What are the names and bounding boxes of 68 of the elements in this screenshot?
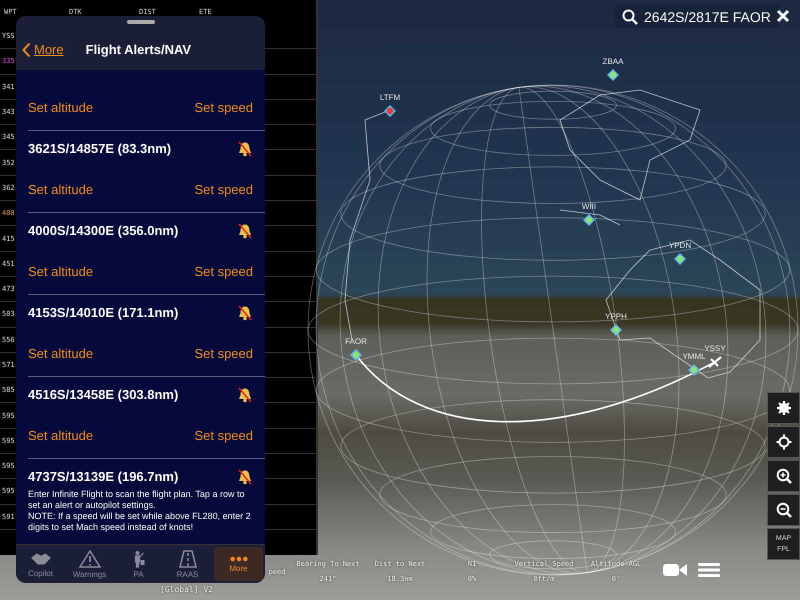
more-icon — [230, 556, 248, 562]
search-icon — [622, 8, 638, 24]
settings-icon — [776, 400, 792, 416]
muted-bell-icon[interactable] — [237, 468, 253, 485]
alert-row[interactable]: Set altitude Set speed — [28, 70, 265, 131]
muted-bell-icon[interactable] — [237, 222, 253, 239]
muted-bell-icon[interactable] — [237, 140, 253, 157]
alert-row[interactable]: 3621S/14857E (83.3nm) Set altitude Set speed — [28, 130, 265, 213]
help-text: NOTE: If a speed will be set while above FL280, enter 2 digits to set Mach speed instead of knots! — [28, 511, 252, 534]
airport-marker[interactable] — [350, 349, 362, 361]
tab[interactable]: Copilot — [16, 545, 65, 583]
waypoint-label: YSSY — [704, 344, 726, 353]
waypoint-title: 4153S/14010E (171.1nm) — [28, 305, 178, 320]
zoom-in-icon — [776, 468, 792, 484]
set-speed-button[interactable]: Set speed — [194, 346, 253, 361]
tab[interactable]: RAAS — [163, 545, 212, 583]
crosshair-icon — [776, 434, 792, 450]
camera-icon — [662, 562, 688, 578]
alert-row[interactable]: 4516S/13458E (303.8nm) Set altitude Set speed — [28, 376, 265, 459]
runway-icon — [178, 550, 196, 568]
airport-marker[interactable] — [688, 364, 700, 376]
set-speed-button[interactable]: Set speed — [194, 264, 253, 279]
alert-row[interactable]: 4000S/14300E (356.0nm) Set altitude Set speed — [28, 212, 265, 295]
airport-marker[interactable] — [610, 324, 622, 336]
menu-icon — [698, 562, 720, 578]
version-label: [Global] V2 — [160, 585, 213, 594]
tab[interactable]: Warnings — [65, 545, 114, 583]
airport-marker[interactable] — [384, 105, 396, 117]
crosshair-button[interactable] — [767, 426, 800, 458]
settings-button[interactable] — [767, 392, 800, 424]
back-link[interactable]: More — [22, 42, 64, 58]
search-field[interactable]: 2642S/2817E FAOR — [614, 5, 779, 28]
zoom-out-button[interactable] — [767, 494, 800, 526]
zoom-in-button[interactable] — [767, 460, 800, 492]
airport-marker[interactable] — [674, 253, 686, 265]
airport-marker[interactable] — [607, 69, 619, 81]
waypoint-label: YPDN — [668, 241, 692, 250]
waypoint-label: FAOR — [345, 337, 367, 346]
set-altitude-button[interactable]: Set altitude — [28, 100, 94, 115]
warning-icon — [78, 550, 100, 568]
set-speed-button[interactable]: Set speed — [194, 100, 253, 115]
muted-bell-icon[interactable] — [237, 386, 253, 403]
alert-row[interactable]: 4737S/13139E (196.7nm) — [28, 458, 265, 488]
set-altitude-button[interactable]: Set altitude — [28, 182, 94, 197]
set-speed-button[interactable]: Set speed — [194, 428, 253, 443]
zoom-out-icon — [776, 502, 792, 518]
tab[interactable]: PA — [114, 545, 163, 583]
muted-bell-icon[interactable] — [237, 304, 253, 321]
tab[interactable]: More — [214, 547, 263, 581]
set-altitude-button[interactable]: Set altitude — [28, 264, 94, 279]
waypoint-label: YMML — [682, 352, 706, 361]
waypoint-label: WIII — [582, 202, 596, 211]
grab-handle[interactable] — [127, 20, 155, 24]
waypoint-title: 4737S/13139E (196.7nm) — [28, 469, 178, 484]
airport-marker[interactable] — [583, 214, 595, 226]
help-text: Enter Infinite Flight to scan the flight plan. Tap a row to set an alert or autopilot settings. — [28, 489, 246, 512]
chevron-left-icon — [22, 42, 31, 58]
waypoint-label: LTFM — [380, 93, 400, 102]
waypoint-title: 3621S/14857E (83.3nm) — [28, 141, 172, 156]
set-altitude-button[interactable]: Set altitude — [28, 428, 94, 443]
set-altitude-button[interactable]: Set altitude — [28, 346, 94, 361]
close-icon[interactable] — [776, 9, 790, 23]
waypoint-title: 4000S/14300E (356.0nm) — [28, 223, 178, 238]
waypoint-title: 4516S/13458E (303.8nm) — [28, 387, 178, 402]
panel-title: Flight Alerts/NAV — [86, 42, 192, 58]
waypoint-label: ZBAA — [602, 57, 624, 66]
set-speed-button[interactable]: Set speed — [194, 182, 253, 197]
alert-row[interactable]: 4153S/14010E (171.1nm) Set altitude Set speed — [28, 294, 265, 377]
